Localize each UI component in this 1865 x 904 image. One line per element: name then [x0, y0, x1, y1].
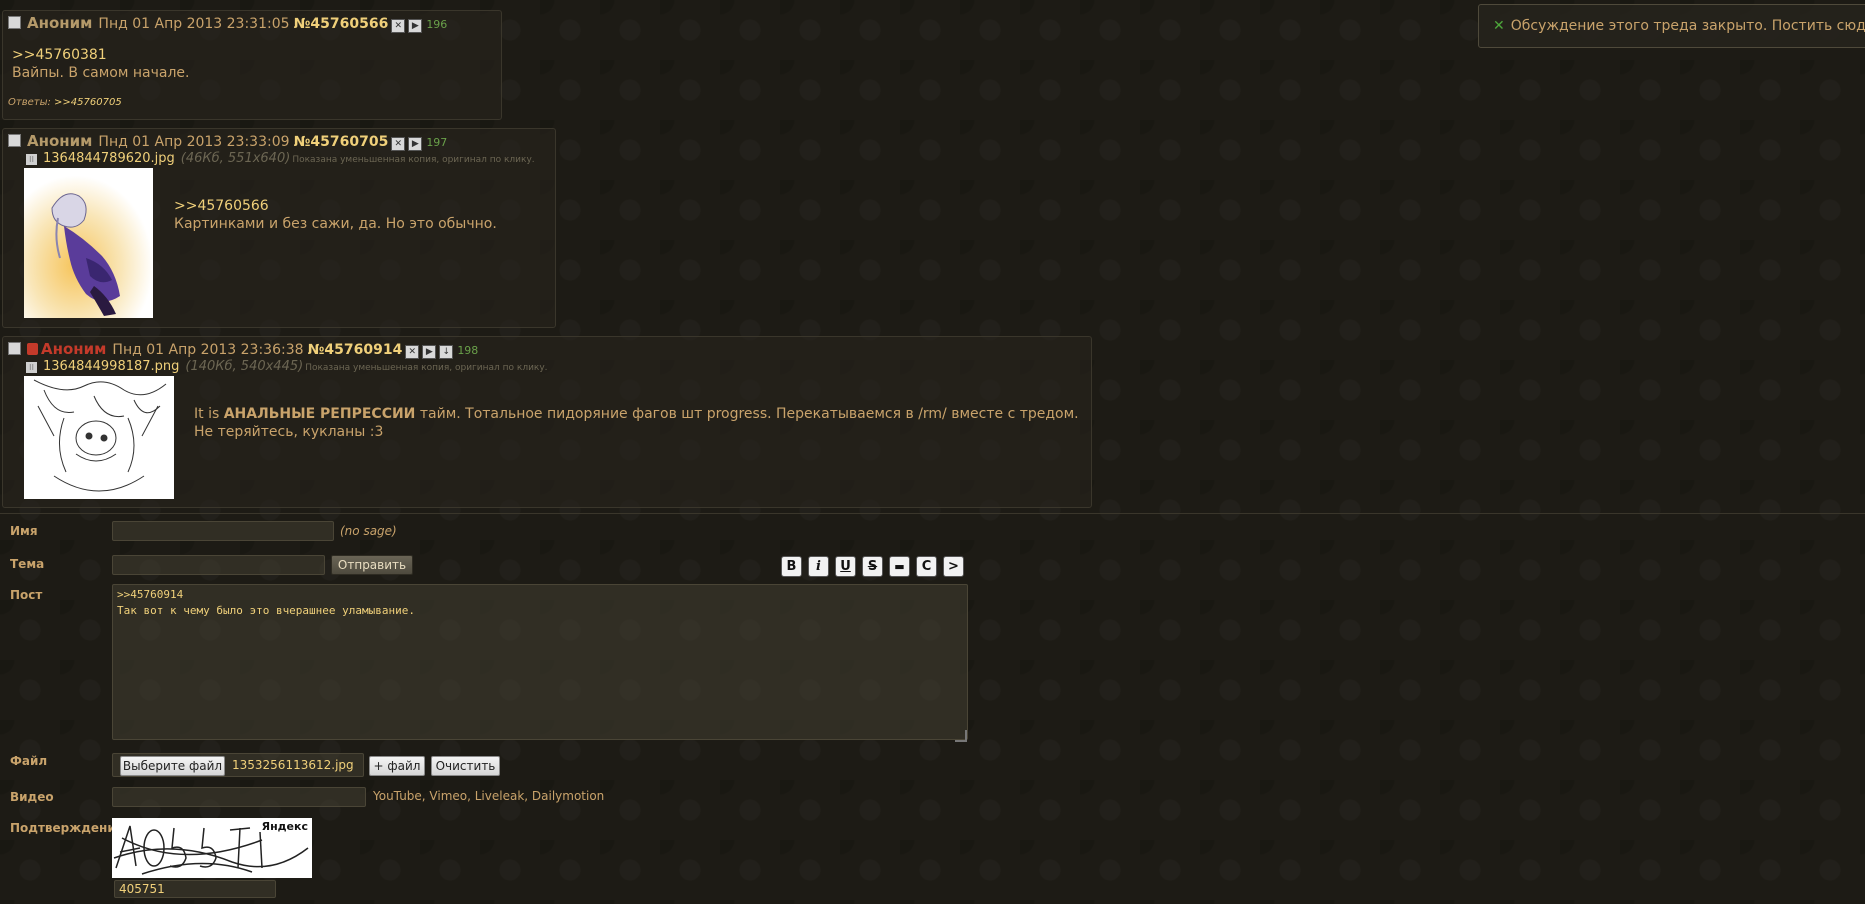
expand-icon[interactable]: ▶ [422, 345, 437, 359]
captcha-input[interactable]: 405751 [114, 880, 276, 898]
post-text-bold: АНАЛЬНЫЕ РЕПРЕССИИ [223, 406, 416, 422]
captcha-brand: Яндекс [261, 820, 308, 833]
quote-button[interactable]: > [943, 556, 964, 577]
file-meta: (140Кб, 540x445) [185, 359, 304, 374]
post-thumbnail[interactable] [24, 168, 153, 318]
post-date: Пнд 01 Апр 2013 23:33:09 [98, 134, 290, 150]
hide-icon[interactable]: ✕ [405, 345, 420, 359]
post-number[interactable]: №45760914 [308, 342, 403, 358]
post-text-line2: Не теряйтесь, кукланы :3 [194, 424, 384, 440]
post-number[interactable]: №45760566 [294, 16, 389, 32]
file-info: ⁝⁝ 1364844789620.jpg (46Кб, 551x640) Показа… [26, 151, 535, 166]
name-input[interactable] [112, 521, 334, 541]
post-counter: 198 [457, 344, 479, 357]
file-link[interactable]: 1364844998187.png [43, 359, 179, 374]
expand-icon[interactable]: ▶ [408, 137, 423, 151]
captcha-label: Подтверждение [10, 821, 124, 835]
post-text-post: тайм. Тотальное пидоряние фагов шт progr… [415, 406, 1079, 422]
hide-icon[interactable]: ✕ [391, 19, 406, 33]
download-icon[interactable]: ↓ [439, 345, 454, 359]
italic-button[interactable]: i [808, 556, 829, 577]
reply-backlink[interactable]: >>45760705 [54, 97, 122, 108]
captcha-image: Яндекс [112, 818, 312, 878]
no-sage-hint: (no sage) [340, 524, 397, 538]
post-checkbox[interactable] [8, 342, 21, 355]
post-text: Вайпы. В самом начале. [12, 65, 190, 81]
post-date: Пнд 01 Апр 2013 23:36:38 [112, 342, 304, 358]
post-text-pre: It is [194, 406, 224, 422]
name-label: Имя [10, 524, 38, 538]
post-counter: 196 [426, 18, 448, 31]
add-file-button[interactable]: + файл [369, 756, 425, 776]
sketch-girl-thumbnail-image [24, 376, 174, 499]
divider [0, 513, 1865, 514]
submit-button[interactable]: Отправить [331, 555, 413, 575]
video-label: Видео [10, 790, 54, 804]
post-thumbnail[interactable] [24, 376, 174, 499]
file-info: ⁝⁝ 1364844998187.png (140Кб, 540x445) Показ… [26, 359, 548, 374]
file-meta: (46Кб, 551x640) [180, 151, 291, 166]
reply-link[interactable]: >>45760566 [174, 197, 497, 215]
replies-line: Ответы: >>45760705 [8, 97, 122, 108]
video-input[interactable] [112, 787, 366, 807]
underline-button[interactable]: U [835, 556, 856, 577]
poster-name: Аноним [27, 132, 93, 150]
post-body: >>45760381 Вайпы. В самом начале. [12, 46, 189, 82]
bold-button[interactable]: B [781, 556, 802, 577]
clear-button[interactable]: Очистить [431, 756, 500, 776]
expand-icon[interactable]: ▶ [408, 19, 423, 33]
file-note: Показана уменьшенная копия, оригинал по … [292, 155, 535, 165]
notice-text: Обсуждение этого треда закрыто. Постить … [1510, 18, 1865, 34]
choose-file-button[interactable]: Выберите файл [120, 756, 225, 776]
file-note: Показана уменьшенная копия, оригинал по … [305, 363, 548, 373]
post-body: >>45760566 Картинками и без сажи, да. Но… [174, 197, 497, 233]
spoiler-button[interactable]: ▬ [889, 556, 910, 577]
strike-button[interactable]: S [862, 556, 883, 577]
post-number[interactable]: №45760705 [294, 134, 389, 150]
post-checkbox[interactable] [8, 16, 21, 29]
post-header: Аноним Пнд 01 Апр 2013 23:33:09 №45760705 ✕… [8, 132, 447, 152]
chosen-file-name: 1353256113612.jpg [232, 758, 354, 772]
post-label: Пост [10, 588, 43, 602]
post-date: Пнд 01 Апр 2013 23:31:05 [98, 16, 290, 32]
subject-input[interactable] [112, 555, 325, 575]
post-header: Аноним Пнд 01 Апр 2013 23:31:05 №45760566 ✕… [8, 14, 447, 34]
close-x-icon: ✕ [1493, 18, 1505, 34]
poster-name: Аноним [41, 340, 107, 358]
post-textarea[interactable]: >>45760914 Так вот к чему было это вчера… [112, 584, 968, 740]
post-body: It is АНАЛЬНЫЕ РЕПРЕССИИ тайм. Тотальное… [194, 405, 1079, 441]
file-link[interactable]: 1364844789620.jpg [43, 151, 175, 166]
poster-name: Аноним [27, 14, 93, 32]
hide-icon[interactable]: ✕ [391, 137, 406, 151]
image-search-icon[interactable]: ⁝⁝ [26, 362, 37, 373]
replies-label: Ответы: [8, 97, 51, 108]
image-search-icon[interactable]: ⁝⁝ [26, 154, 37, 165]
post-text-line1: It is АНАЛЬНЫЕ РЕПРЕССИИ тайм. Тотальное… [194, 405, 1079, 423]
reply-link[interactable]: >>45760381 [12, 46, 189, 64]
code-button[interactable]: C [916, 556, 937, 577]
video-hint: YouTube, Vimeo, Liveleak, Dailymotion [373, 789, 605, 803]
post-checkbox[interactable] [8, 134, 21, 147]
anime-girl-thumbnail-image [24, 168, 153, 318]
thread-closed-notice: ✕ Обсуждение этого треда закрыто. Постить… [1478, 4, 1865, 48]
post-text: Картинками и без сажи, да. Но это обычно… [174, 216, 497, 232]
subject-label: Тема [10, 557, 45, 571]
post-header: Аноним Пнд 01 Апр 2013 23:36:38 №45760914 ✕… [8, 340, 478, 360]
resize-handle-icon[interactable] [955, 730, 967, 742]
file-label: Файл [10, 754, 48, 768]
op-badge-icon [27, 343, 38, 355]
post-counter: 197 [426, 136, 448, 149]
